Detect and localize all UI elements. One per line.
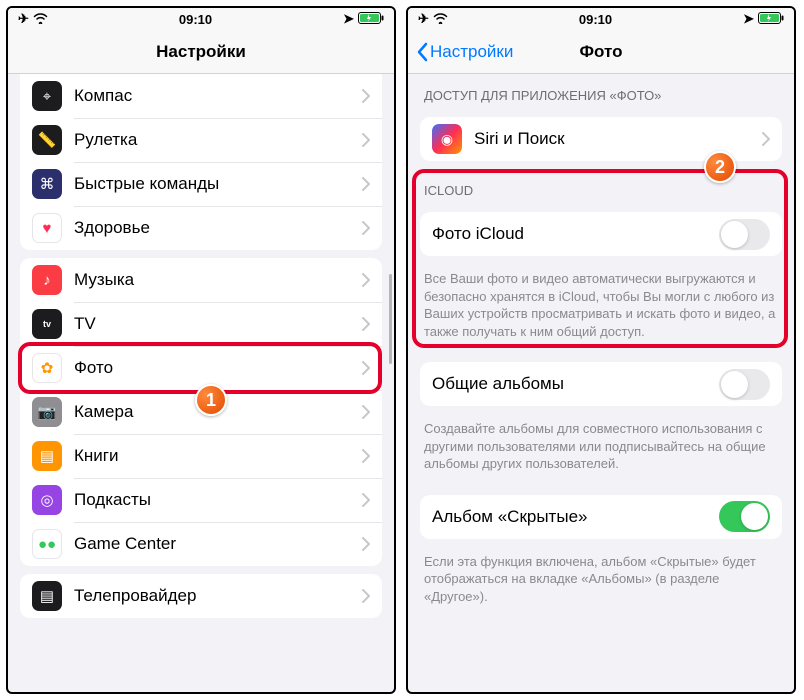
- chevron-right-icon: [362, 589, 370, 603]
- settings-list[interactable]: ⌖ Компас 📏 Рулетка ⌘ Быстрые команды ♥ Здоровье…: [8, 74, 394, 692]
- back-label: Настройки: [430, 42, 513, 62]
- chevron-right-icon: [362, 449, 370, 463]
- chevron-right-icon: [362, 493, 370, 507]
- wifi-icon: [33, 12, 48, 27]
- settings-row-photos[interactable]: ✿ Фото: [20, 346, 382, 390]
- page-title: Фото: [580, 42, 623, 62]
- settings-row-music[interactable]: ♪ Музыка: [20, 258, 382, 302]
- location-icon: ➤: [743, 11, 754, 27]
- row-label: Фото: [74, 358, 362, 378]
- row-label: Компас: [74, 86, 362, 106]
- section-footer: Если эта функция включена, альбом «Скрыт…: [408, 547, 794, 616]
- row-label: Телепровайдер: [74, 586, 362, 606]
- right-phone-photos-settings: ✈︎ 09:10 ➤ Настройки Фото ДОСТУП ДЛЯ ПРИ…: [406, 6, 796, 694]
- location-icon: ➤: [343, 11, 354, 27]
- status-time: 09:10: [579, 12, 612, 27]
- wifi-icon: [433, 12, 448, 27]
- music-icon: ♪: [32, 265, 62, 295]
- nav-bar: Настройки Фото: [408, 30, 794, 74]
- status-bar: ✈︎ 09:10 ➤: [8, 8, 394, 30]
- chevron-right-icon: [362, 221, 370, 235]
- step-badge-2: 2: [704, 151, 736, 183]
- row-label: Подкасты: [74, 490, 362, 510]
- gamecenter-icon: ●●: [32, 529, 62, 559]
- toggle-icloud_photos[interactable]: [719, 219, 770, 250]
- row-label: Здоровье: [74, 218, 362, 238]
- status-time: 09:10: [179, 12, 212, 27]
- health-icon: ♥: [32, 213, 62, 243]
- photos-icon: ✿: [32, 353, 62, 383]
- section-footer: Все Ваши фото и видео автоматически выгр…: [408, 264, 794, 350]
- scrollbar[interactable]: [389, 274, 392, 364]
- row-hidden_album: Альбом «Скрытые»: [420, 495, 782, 539]
- tvprovider-icon: ▤: [32, 581, 62, 611]
- settings-row-health[interactable]: ♥ Здоровье: [20, 206, 382, 250]
- nav-bar: Настройки: [8, 30, 394, 74]
- battery-icon: [758, 12, 784, 27]
- chevron-left-icon: [416, 42, 428, 62]
- chevron-right-icon: [762, 132, 770, 146]
- section-header: ICLOUD: [408, 169, 794, 204]
- step-badge-1: 1: [195, 384, 227, 416]
- row-label: Альбом «Скрытые»: [432, 507, 719, 527]
- row-shared_albums: Общие альбомы: [420, 362, 782, 406]
- shortcuts-icon: ⌘: [32, 169, 62, 199]
- status-bar: ✈︎ 09:10 ➤: [408, 8, 794, 30]
- airplane-icon: ✈︎: [418, 11, 429, 27]
- chevron-right-icon: [362, 405, 370, 419]
- row-label: Книги: [74, 446, 362, 466]
- compass-icon: ⌖: [32, 81, 62, 111]
- settings-row-tv[interactable]: tv TV: [20, 302, 382, 346]
- chevron-right-icon: [362, 361, 370, 375]
- settings-row-measure[interactable]: 📏 Рулетка: [20, 118, 382, 162]
- podcasts-icon: ◎: [32, 485, 62, 515]
- settings-row-podcasts[interactable]: ◎ Подкасты: [20, 478, 382, 522]
- left-phone-settings: ✈︎ 09:10 ➤ Настройки ⌖ Компас 📏 Рулетка ⌘ Быс…: [6, 6, 396, 694]
- chevron-right-icon: [362, 89, 370, 103]
- chevron-right-icon: [362, 273, 370, 287]
- row-label: Фото iCloud: [432, 224, 719, 244]
- camera-icon: 📷: [32, 397, 62, 427]
- row-label: Game Center: [74, 534, 362, 554]
- settings-row-books[interactable]: ▤ Книги: [20, 434, 382, 478]
- toggle-hidden_album[interactable]: [719, 501, 770, 532]
- row-icloud_photos: Фото iCloud: [420, 212, 782, 256]
- row-label: TV: [74, 314, 362, 334]
- settings-row-shortcuts[interactable]: ⌘ Быстрые команды: [20, 162, 382, 206]
- section-header: ДОСТУП ДЛЯ ПРИЛОЖЕНИЯ «ФОТО»: [408, 74, 794, 109]
- settings-row-compass[interactable]: ⌖ Компас: [20, 74, 382, 118]
- back-button[interactable]: Настройки: [416, 42, 513, 62]
- photos-settings-list[interactable]: ДОСТУП ДЛЯ ПРИЛОЖЕНИЯ «ФОТО» ◉ Siri и Поис…: [408, 74, 794, 692]
- row-label: Рулетка: [74, 130, 362, 150]
- toggle-shared_albums[interactable]: [719, 369, 770, 400]
- page-title: Настройки: [156, 42, 246, 62]
- chevron-right-icon: [362, 537, 370, 551]
- chevron-right-icon: [362, 133, 370, 147]
- battery-icon: [358, 12, 384, 27]
- chevron-right-icon: [362, 177, 370, 191]
- tv-icon: tv: [32, 309, 62, 339]
- airplane-icon: ✈︎: [18, 11, 29, 27]
- books-icon: ▤: [32, 441, 62, 471]
- chevron-right-icon: [362, 317, 370, 331]
- measure-icon: 📏: [32, 125, 62, 155]
- siri-icon: ◉: [432, 124, 462, 154]
- section-footer: Создавайте альбомы для совместного испол…: [408, 414, 794, 483]
- settings-row-gamecenter[interactable]: ●● Game Center: [20, 522, 382, 566]
- row-label: Siri и Поиск: [474, 129, 762, 149]
- row-label: Общие альбомы: [432, 374, 719, 394]
- settings-row-tvprovider[interactable]: ▤ Телепровайдер: [20, 574, 382, 618]
- row-label: Музыка: [74, 270, 362, 290]
- row-label: Быстрые команды: [74, 174, 362, 194]
